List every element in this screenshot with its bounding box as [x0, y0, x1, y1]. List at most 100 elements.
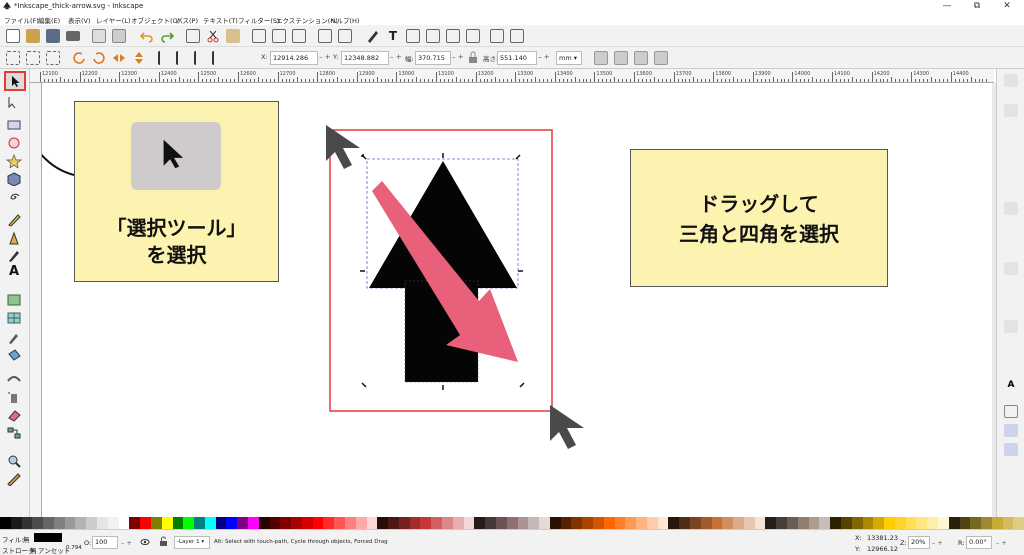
palette-swatch[interactable]: [970, 517, 982, 529]
ellipse-tool-icon[interactable]: [6, 136, 22, 150]
palette-swatch[interactable]: [150, 517, 162, 529]
palette-swatch[interactable]: [765, 517, 777, 529]
x-input[interactable]: 12914.286: [270, 51, 318, 65]
print-icon[interactable]: [66, 31, 80, 41]
palette-swatch[interactable]: [754, 517, 766, 529]
palette-swatch[interactable]: [0, 517, 11, 529]
dropper-tool-icon[interactable]: [6, 330, 22, 344]
palette-swatch[interactable]: [269, 517, 281, 529]
palette-swatch[interactable]: [733, 517, 744, 529]
palette-swatch[interactable]: [808, 517, 820, 529]
menu-object[interactable]: オブジェクト(O): [131, 15, 180, 25]
palette-swatch[interactable]: [301, 517, 313, 529]
menu-path[interactable]: パス(P): [176, 15, 198, 25]
snap-nodes-icon[interactable]: [1004, 202, 1018, 215]
layers-icon[interactable]: [426, 29, 440, 43]
new-document-icon[interactable]: [6, 29, 20, 43]
measure-tool-icon[interactable]: [6, 472, 22, 486]
palette-swatch[interactable]: [657, 517, 669, 529]
deselect-icon[interactable]: [46, 51, 60, 65]
cut-icon[interactable]: [206, 29, 220, 43]
palette-swatch[interactable]: [355, 517, 367, 529]
x-spin[interactable]: – +: [319, 53, 331, 61]
palette-swatch[interactable]: [916, 517, 928, 529]
palette-swatch[interactable]: [743, 517, 755, 529]
palette-swatch[interactable]: [75, 517, 87, 529]
zoom-tool-icon[interactable]: [6, 454, 22, 468]
copy-icon[interactable]: [186, 29, 200, 43]
palette-swatch[interactable]: [377, 517, 389, 529]
undo-icon[interactable]: [140, 29, 154, 43]
palette-swatch[interactable]: [506, 517, 518, 529]
palette-swatch[interactable]: [258, 517, 270, 529]
palette-swatch[interactable]: [43, 517, 54, 529]
redo-icon[interactable]: [160, 29, 174, 43]
pencil-tool-icon[interactable]: [6, 213, 22, 227]
opacity-input[interactable]: 100: [92, 536, 118, 549]
clone-icon[interactable]: [338, 29, 352, 43]
palette-swatch[interactable]: [1013, 517, 1024, 529]
palette-swatch[interactable]: [571, 517, 583, 529]
xml-editor-icon[interactable]: [406, 29, 420, 43]
palette-swatch[interactable]: [312, 517, 324, 529]
palette-swatch[interactable]: [776, 517, 788, 529]
snap-text-baseline-icon[interactable]: A: [1004, 380, 1018, 393]
rotate-input[interactable]: 0.00°: [966, 536, 992, 549]
menu-filters[interactable]: フィルター(S): [238, 15, 280, 25]
raise-icon[interactable]: [176, 51, 190, 65]
zoom-drawing-icon[interactable]: [272, 29, 286, 43]
eraser-tool-icon[interactable]: [6, 408, 22, 422]
preferences-icon[interactable]: [490, 29, 504, 43]
calligraphy-tool-icon[interactable]: [6, 249, 22, 263]
snap-rotation-centers-icon[interactable]: [1004, 360, 1018, 373]
objects-icon[interactable]: [446, 29, 460, 43]
menu-help[interactable]: ヘルプ(H): [330, 15, 359, 25]
width-input[interactable]: 370.715: [415, 51, 451, 65]
palette-swatch[interactable]: [97, 517, 108, 529]
palette-swatch[interactable]: [86, 517, 98, 529]
palette-swatch[interactable]: [420, 517, 432, 529]
palette-swatch[interactable]: [291, 517, 302, 529]
menu-edit[interactable]: 編集(E): [38, 15, 60, 25]
palette-swatch[interactable]: [830, 517, 841, 529]
palette-swatch[interactable]: [592, 517, 604, 529]
vertical-ruler[interactable]: [30, 83, 42, 517]
menu-file[interactable]: ファイル(F): [4, 15, 39, 25]
palette-swatch[interactable]: [161, 517, 173, 529]
3d-box-tool-icon[interactable]: [6, 172, 22, 186]
height-spin[interactable]: – +: [538, 53, 550, 61]
text-font-icon[interactable]: T: [386, 29, 400, 43]
palette-swatch[interactable]: [646, 517, 658, 529]
snap-grids-icon[interactable]: [1004, 424, 1018, 437]
palette-swatch[interactable]: [280, 517, 292, 529]
spiral-tool-icon[interactable]: [6, 190, 22, 204]
opacity-spin[interactable]: – +: [121, 539, 132, 547]
layer-lock-icon[interactable]: [159, 536, 168, 547]
zoom-page-icon[interactable]: [292, 29, 306, 43]
palette-swatch[interactable]: [700, 517, 712, 529]
zoom-input[interactable]: 20%: [908, 536, 930, 549]
palette-swatch[interactable]: [129, 517, 141, 529]
palette-swatch[interactable]: [107, 517, 119, 529]
palette-swatch[interactable]: [539, 517, 550, 529]
palette-swatch[interactable]: [690, 517, 701, 529]
rectangle-tool-icon[interactable]: [6, 118, 22, 132]
palette-swatch[interactable]: [582, 517, 593, 529]
palette-swatch[interactable]: [959, 517, 971, 529]
open-folder-icon[interactable]: [26, 29, 40, 43]
transform-gradients-icon[interactable]: [634, 51, 648, 65]
tweak-tool-icon[interactable]: [6, 371, 22, 385]
snap-bbox-corners-icon[interactable]: [1004, 144, 1018, 157]
drawing-canvas[interactable]: 「選択ツール」 を選択 ドラッグして 三角と四角を選択: [42, 83, 992, 517]
close-button[interactable]: ✕: [992, 0, 1022, 13]
palette-swatch[interactable]: [495, 517, 507, 529]
palette-swatch[interactable]: [549, 517, 561, 529]
snap-centers-icon[interactable]: [1004, 340, 1018, 353]
rotate-ccw-icon[interactable]: [72, 51, 86, 65]
palette-swatch[interactable]: [894, 517, 906, 529]
connector-tool-icon[interactable]: [6, 426, 22, 440]
palette-swatch[interactable]: [819, 517, 831, 529]
select-all-icon[interactable]: [6, 51, 20, 65]
palette-swatch[interactable]: [517, 517, 529, 529]
export-icon[interactable]: [112, 29, 126, 43]
